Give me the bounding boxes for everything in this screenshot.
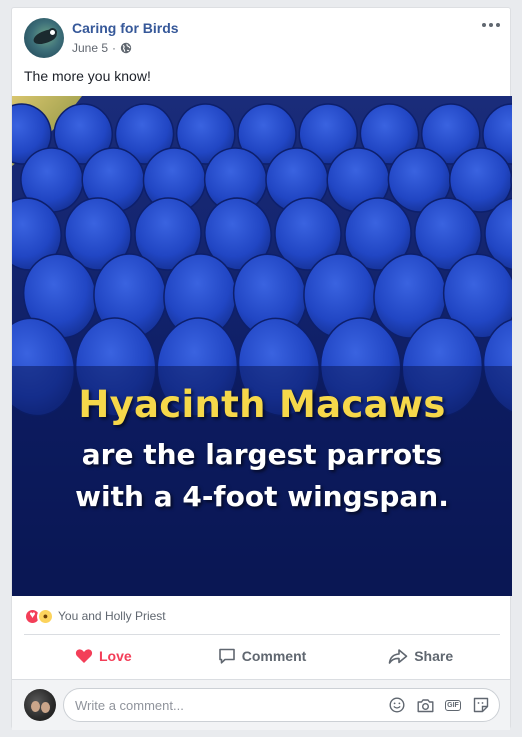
divider — [24, 634, 500, 635]
reactors-text[interactable]: You and Holly Priest — [58, 609, 166, 623]
heart-icon — [75, 649, 93, 663]
sticker-icon[interactable] — [471, 695, 491, 715]
love-label: Love — [98, 648, 132, 664]
share-button[interactable]: Share — [341, 640, 500, 672]
wow-reaction-icon: ● — [37, 607, 54, 625]
page-name-link[interactable]: Caring for Birds — [72, 20, 179, 36]
feathers-illustration — [12, 96, 512, 596]
comment-composer: GIF — [12, 679, 510, 730]
post-image[interactable]: Hyacinth Macaws are the largest parrots … — [12, 96, 512, 596]
avatar-face — [41, 702, 50, 713]
image-caption-title: Hyacinth Macaws — [78, 383, 446, 426]
gif-label: GIF — [445, 699, 461, 711]
post-text: The more you know! — [24, 68, 151, 84]
comment-icon — [218, 648, 235, 664]
love-button[interactable]: Love — [24, 640, 183, 672]
meta-separator: · — [112, 41, 117, 55]
comment-button[interactable]: Comment — [183, 640, 342, 672]
post-header: Caring for Birds June 5 · — [12, 8, 510, 68]
user-avatar[interactable] — [24, 689, 56, 721]
emoji-icon[interactable] — [387, 695, 407, 715]
action-bar: Love Comment Share — [24, 638, 500, 674]
page-avatar[interactable] — [24, 18, 64, 58]
image-caption-line: are the largest parrots — [81, 438, 443, 471]
comment-tools: GIF — [387, 695, 499, 715]
image-caption-line: with a 4-foot wingspan. — [75, 480, 449, 513]
post-date[interactable]: June 5 — [72, 41, 108, 55]
comment-label: Comment — [241, 648, 307, 664]
bird-head — [48, 28, 57, 37]
post-card: Caring for Birds June 5 · The more you k… — [11, 7, 512, 730]
dot — [496, 23, 500, 27]
share-icon — [388, 648, 408, 664]
comment-input[interactable] — [75, 691, 387, 719]
gif-icon[interactable]: GIF — [443, 695, 463, 715]
post-meta: June 5 · — [72, 41, 132, 55]
camera-icon[interactable] — [415, 695, 435, 715]
dot — [489, 23, 493, 27]
reactions-summary[interactable]: ♥ ● You and Holly Priest — [24, 606, 166, 626]
dot — [482, 23, 486, 27]
more-options-icon[interactable] — [480, 16, 502, 34]
comment-box: GIF — [63, 688, 500, 722]
globe-icon[interactable] — [120, 42, 132, 54]
share-label: Share — [414, 648, 454, 664]
avatar-face — [31, 701, 40, 712]
